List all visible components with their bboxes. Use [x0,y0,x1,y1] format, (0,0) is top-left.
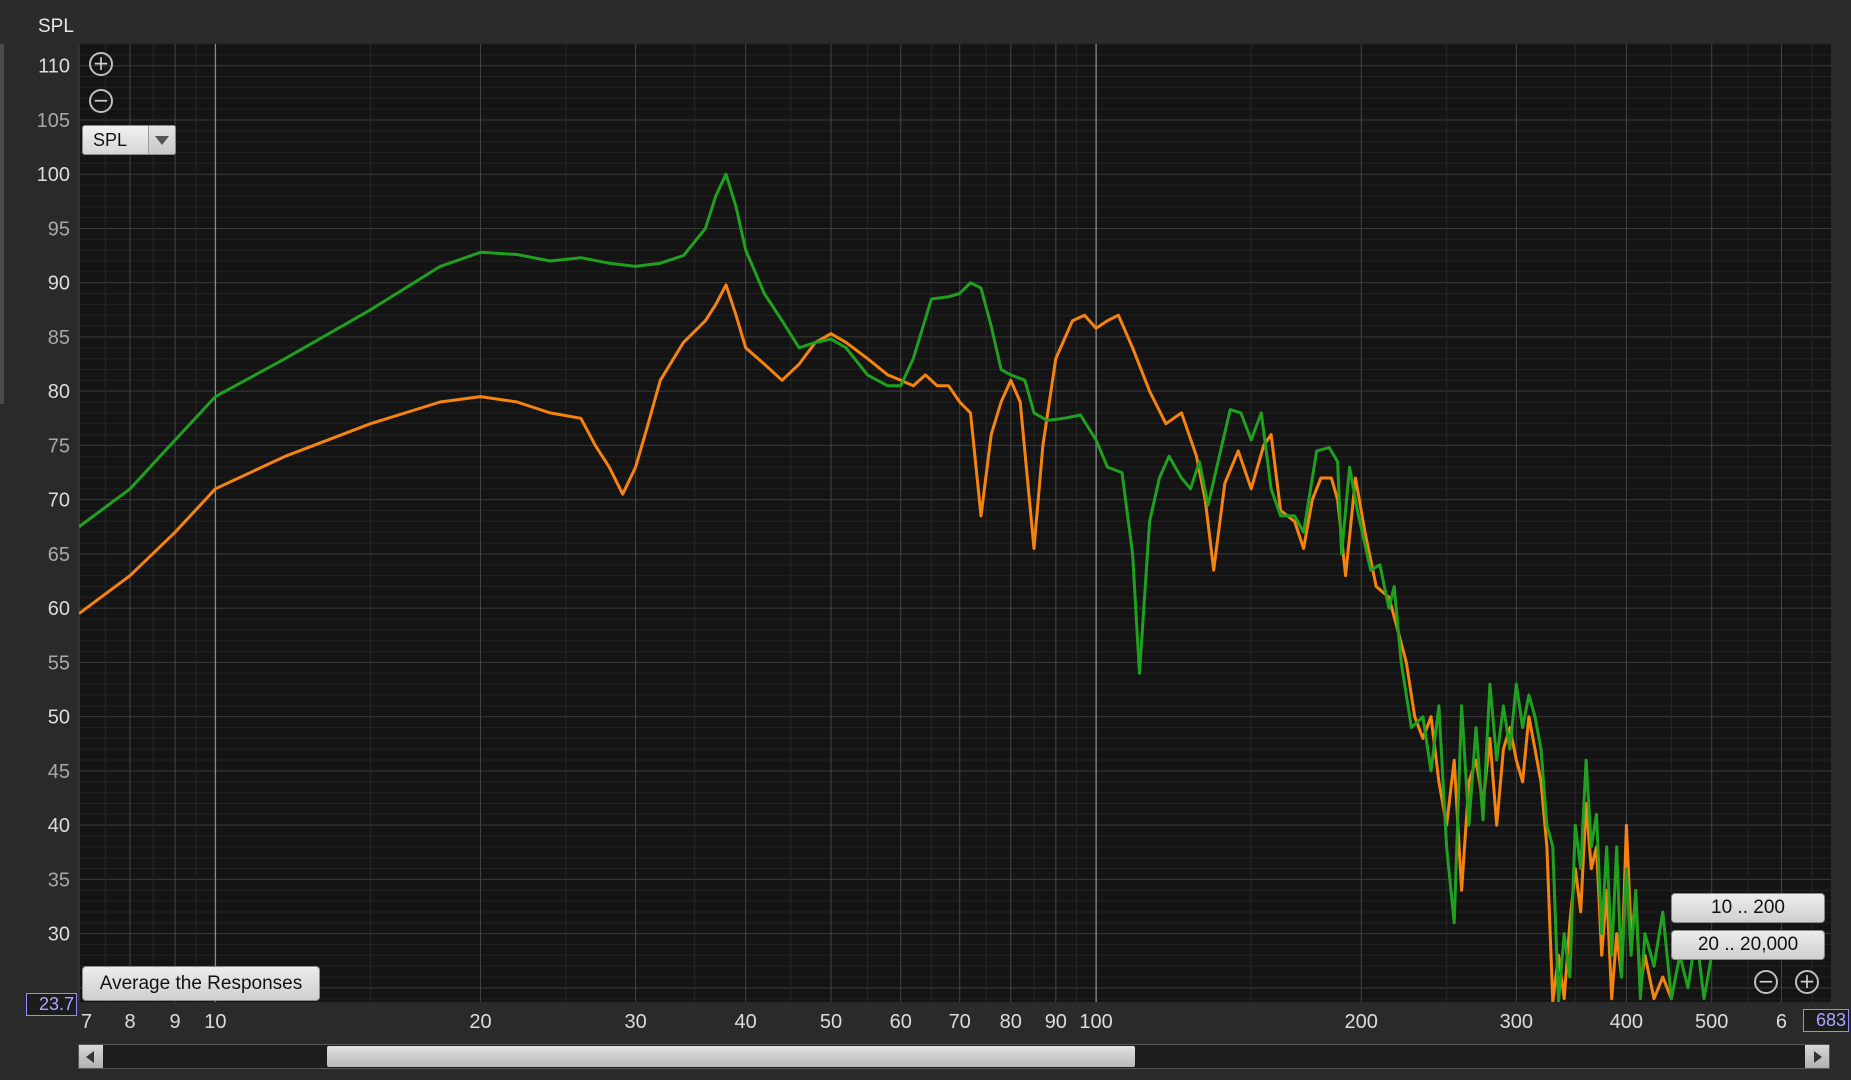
x-tick-label: 200 [1345,1011,1378,1033]
y-axis-tick-labels: 110 105 100 95 90 85 80 75 70 65 60 55 50 45 40 35 30 [37,56,70,946]
x-tick-label: 9 [170,1011,181,1033]
y-tick-label: 40 [48,815,70,837]
range-20-20000-button[interactable]: 20 .. 20,000 [1671,930,1825,960]
x-tick-label: 300 [1500,1011,1533,1033]
y-tick-label: 65 [48,544,70,566]
average-responses-button[interactable]: Average the Responses [82,966,320,1001]
spl-mode-select[interactable]: SPL [82,125,176,155]
x-tick-label: 20 [469,1011,491,1033]
measurement-window: SPL 110 105 100 95 90 85 80 75 70 65 60 55 50 45 40 35 3… [0,0,1851,1080]
scroll-right-arrow-icon[interactable] [1805,1045,1829,1068]
y-tick-label: 85 [48,327,70,349]
x-tick-label: 30 [624,1011,646,1033]
y-axis-min-field[interactable]: 23.7 [26,993,77,1016]
y-tick-label: 60 [48,598,70,620]
x-tick-label: 10 [204,1011,226,1033]
plot-area [79,44,1831,1002]
x-tick-label: 400 [1610,1011,1643,1033]
spl-mode-value: SPL [93,130,128,150]
y-tick-label: 35 [48,869,70,891]
x-tick-label: 60 [890,1011,912,1033]
x-tick-label: 50 [820,1011,842,1033]
zoom-in-vertical-icon[interactable]: + [89,52,113,76]
x-tick-label: 100 [1079,1011,1112,1033]
x-tick-label: 70 [949,1011,971,1033]
x-tick-label: 6 [1776,1011,1787,1033]
scroll-left-arrow-icon[interactable] [79,1045,103,1068]
scrollbar-thumb[interactable] [327,1046,1135,1067]
x-axis-max-field[interactable]: 683 [1803,1009,1849,1032]
x-axis-tick-labels: 7 8 9 10 20 30 40 50 60 70 80 90 100 200 300 400 500 6 [81,1011,1787,1033]
y-tick-label: 70 [48,490,70,512]
y-tick-label: 30 [48,924,70,946]
y-tick-label: 50 [48,707,70,729]
y-tick-label: 95 [48,218,70,240]
y-tick-label: 110 [38,56,70,78]
zoom-out-vertical-icon[interactable]: − [89,89,113,113]
y-tick-label: 80 [48,381,70,403]
zoom-in-horizontal-icon[interactable]: + [1795,970,1819,994]
horizontal-scrollbar[interactable] [78,1044,1830,1069]
y-tick-label: 90 [48,273,70,295]
y-tick-label: 45 [48,761,70,783]
x-tick-label: 90 [1045,1011,1067,1033]
frequency-response-chart[interactable]: 110 105 100 95 90 85 80 75 70 65 60 55 50 45 40 35 30 7 8… [0,0,1851,1080]
x-tick-label: 500 [1695,1011,1728,1033]
x-tick-label: 8 [125,1011,136,1033]
y-tick-label: 75 [48,435,70,457]
range-10-200-button[interactable]: 10 .. 200 [1671,893,1825,923]
y-tick-label: 105 [37,110,70,132]
x-tick-label: 40 [735,1011,757,1033]
x-tick-label: 7 [81,1011,92,1033]
y-tick-label: 100 [37,164,70,186]
zoom-out-horizontal-icon[interactable]: − [1754,970,1778,994]
chevron-down-icon[interactable] [148,126,175,154]
y-tick-label: 55 [48,652,70,674]
x-tick-label: 80 [1000,1011,1022,1033]
